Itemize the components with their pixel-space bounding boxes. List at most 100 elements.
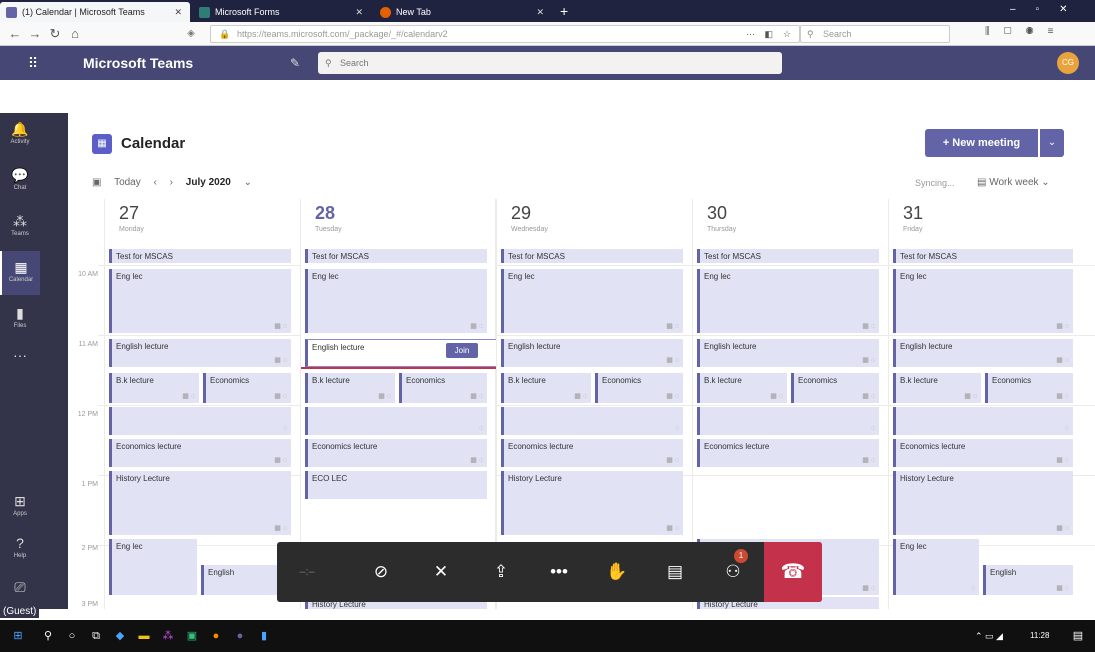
join-button[interactable]: Join [446,343,478,358]
event-block[interactable]: ◌ [697,407,879,435]
event-eng-lec[interactable]: Eng lec ▦ ◌ [109,269,291,333]
event-economics-lecture[interactable]: Economics lecture ▦ ◌ [893,439,1073,467]
event-bk-lecture[interactable]: B.k lecture ▦ ◌ [305,373,395,403]
event-economics[interactable]: Economics ▦ ◌ [203,373,291,403]
chevron-down-icon[interactable]: ⌄ [1040,129,1064,157]
event-bk-lecture[interactable]: B.k lecture ▦ ◌ [501,373,591,403]
clock[interactable]: 11:28 [1030,620,1049,652]
event-block[interactable]: ◌ [893,407,1073,435]
event-economics-lecture[interactable]: Economics lecture ▦ ◌ [305,439,487,467]
event-eng-lec[interactable]: Eng lec ▦ ◌ [697,269,879,333]
home-icon[interactable]: ⌂ [66,25,84,43]
today-button[interactable]: Today [114,177,141,188]
chevron-left-icon[interactable]: ‹ [154,177,157,188]
toolbar-icons[interactable]: ⫼▢◉≡ [985,26,1067,37]
rail-item-chat[interactable]: 💬 Chat [0,159,40,203]
close-tab-icon[interactable]: ✕ [536,2,544,22]
event-economics[interactable]: Economics ▦ ◌ [595,373,683,403]
excel-icon[interactable]: ▣ [184,628,200,644]
shield-icon[interactable]: ◈ [182,25,200,43]
event-eng-lec[interactable]: Eng lec ◌ [893,539,979,595]
event-block[interactable]: ◌ [305,407,487,435]
event-economics-lecture[interactable]: Economics lecture ▦ ◌ [109,439,291,467]
event-eng-lec[interactable]: Eng lec ▦ ◌ [501,269,683,333]
bookmark-star-icon[interactable]: ☆ [783,26,791,42]
event-eng-lec[interactable]: Eng lec ▦ ◌ [893,269,1073,333]
event-mscas[interactable]: Test for MSCAS [109,249,291,263]
event-eng-lec[interactable]: Eng lec [109,539,197,595]
back-icon[interactable]: ← [6,25,24,43]
pocket-icon[interactable]: ◧ [764,26,773,42]
event-english-lecture[interactable]: English lecture ▦ ◌ [109,339,291,367]
browser-search-input[interactable]: ⚲ Search [800,25,950,43]
event-economics-lecture[interactable]: Economics lecture ▦ ◌ [697,439,879,467]
windows-start-icon[interactable]: ⊞ [10,628,26,644]
teams-search-input[interactable]: ⚲ Search [318,52,782,74]
event-economics[interactable]: Economics ▦ ◌ [791,373,879,403]
event-mscas[interactable]: Test for MSCAS [305,249,487,263]
chat-icon[interactable]: ▤ [653,542,697,602]
forward-icon[interactable]: → [26,25,44,43]
rail-item-activity[interactable]: 🔔 Activity [0,113,40,157]
event-english-lecture-current[interactable]: English lecture Join [305,339,497,367]
new-meeting-button[interactable]: + New meeting [925,129,1038,157]
mic-muted-icon[interactable]: ✕ [419,542,463,602]
event-history-lecture[interactable]: History Lecture ▦ ◌ [893,471,1073,535]
event-eng-lec[interactable]: Eng lec ▦ ◌ [305,269,487,333]
rail-item-teams[interactable]: ⁂ Teams [0,205,40,249]
month-picker[interactable]: July 2020 [186,177,231,188]
rail-item-calendar[interactable]: ▦ Calendar [0,251,40,295]
event-block[interactable]: ◌ [501,407,683,435]
system-tray-icons[interactable]: ⌃ ▭ ◢ [975,620,1003,652]
browser-tab-teams[interactable]: (1) Calendar | Microsoft Teams ✕ [0,2,190,22]
hang-up-button[interactable]: ☎ [764,542,822,602]
new-tab-button[interactable]: + [560,2,568,20]
avatar[interactable]: CG [1057,52,1079,74]
search-icon[interactable]: ⚲ [40,628,56,644]
rail-item-apps[interactable]: ⊞ Apps [0,485,40,529]
event-block[interactable]: ◌ [109,407,291,435]
share-screen-icon[interactable]: ⇪ [479,542,523,602]
chevron-down-icon[interactable]: ⌄ [244,177,252,188]
browser-tab-forms[interactable]: Microsoft Forms ✕ [193,2,371,22]
compose-icon[interactable]: ✎ [286,54,304,72]
event-eco-lec[interactable]: ECO LEC [305,471,487,499]
browser-tab-newtab[interactable]: New Tab ✕ [374,2,552,22]
firefox-icon[interactable]: ● [208,628,224,644]
task-view-icon[interactable]: ⧉ [88,628,104,644]
edge-icon[interactable]: ◆ [112,628,128,644]
chevron-right-icon[interactable]: › [170,177,173,188]
event-mscas[interactable]: Test for MSCAS [697,249,879,263]
event-bk-lecture[interactable]: B.k lecture ▦ ◌ [697,373,787,403]
window-controls[interactable]: –▫✕ [1010,4,1088,15]
participants-icon[interactable]: ⚇ [711,542,755,602]
app-icon[interactable]: ▮ [256,628,272,644]
event-economics[interactable]: Economics ▦ ◌ [985,373,1073,403]
more-actions-icon[interactable]: ••• [537,542,581,602]
rail-item-files[interactable]: ▮ Files [0,297,40,341]
event-history-lecture[interactable]: History Lecture ▦ ◌ [109,471,291,535]
event-mscas[interactable]: Test for MSCAS [501,249,683,263]
cortana-icon[interactable]: ○ [64,628,80,644]
event-english-lecture[interactable]: English lecture ▦ ◌ [697,339,879,367]
event-history-lecture[interactable]: History Lecture ▦ ◌ [501,471,683,535]
app-icon[interactable]: ⁂ [160,628,176,644]
teams-taskbar-icon[interactable]: ● [232,628,248,644]
event-mscas[interactable]: Test for MSCAS [893,249,1073,263]
notifications-icon[interactable]: ▤ [1070,628,1086,644]
raise-hand-icon[interactable]: ✋ [595,542,639,602]
event-english-lecture[interactable]: English lecture ▦ ◌ [501,339,683,367]
rail-item-help[interactable]: ? Help [0,527,40,571]
reload-icon[interactable]: ↻ [46,25,64,43]
camera-off-icon[interactable]: ⊘ [359,542,403,602]
event-economics-lecture[interactable]: Economics lecture ▦ ◌ [501,439,683,467]
event-english-lecture[interactable]: English lecture ▦ ◌ [893,339,1073,367]
page-actions-icon[interactable]: ··· [746,26,755,42]
close-tab-icon[interactable]: ✕ [355,2,363,22]
event-english[interactable]: English ▦ ◌ [983,565,1073,595]
close-tab-icon[interactable]: ✕ [174,2,182,22]
event-bk-lecture[interactable]: B.k lecture ▦ ◌ [109,373,199,403]
app-launcher-icon[interactable]: ⠿ [22,52,44,74]
event-economics[interactable]: Economics ▦ ◌ [399,373,487,403]
rail-item-more[interactable]: ··· [0,339,40,383]
